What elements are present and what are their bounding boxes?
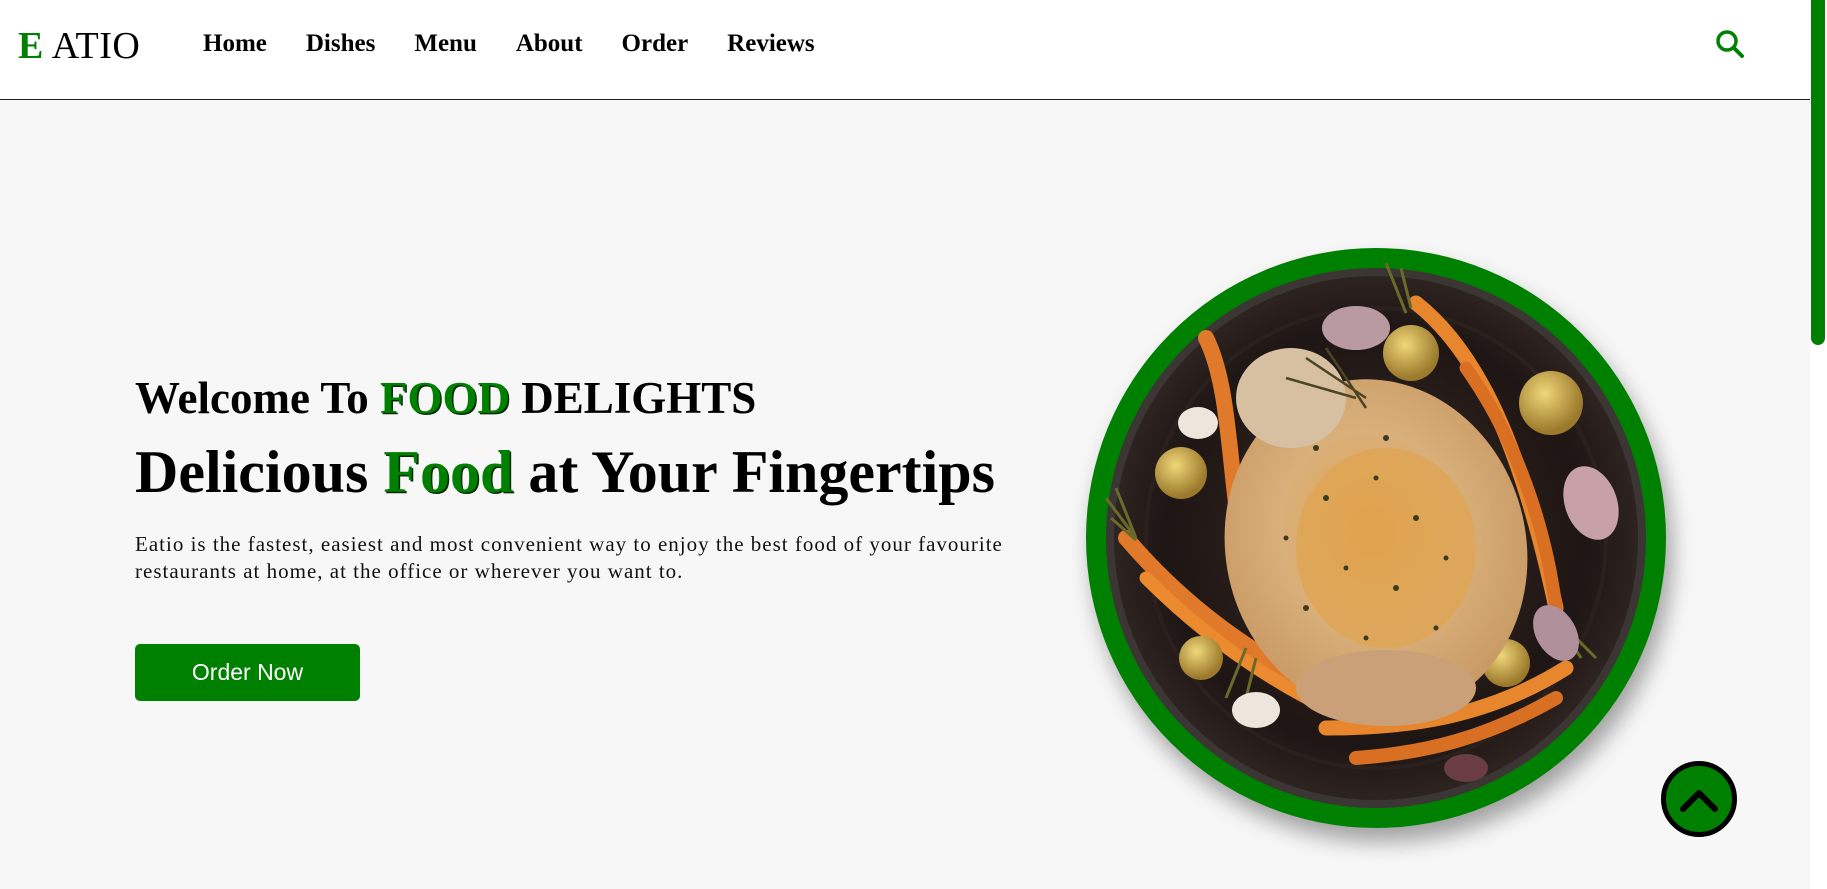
logo[interactable]: E ATIO bbox=[18, 24, 140, 68]
nav-about[interactable]: About bbox=[516, 30, 583, 58]
hero-section: Welcome To FOOD DELIGHTS Delicious Food … bbox=[135, 372, 1035, 585]
welcome-highlight: FOOD bbox=[380, 373, 510, 423]
scrollbar-thumb[interactable] bbox=[1811, 0, 1825, 345]
roast-chicken-image bbox=[1086, 248, 1666, 828]
nav-dishes[interactable]: Dishes bbox=[306, 30, 375, 58]
hero-tagline: Delicious Food at Your Fingertips bbox=[135, 438, 1035, 506]
search-button[interactable] bbox=[1714, 28, 1746, 60]
main-nav: Home Dishes Menu About Order Reviews bbox=[203, 30, 815, 58]
logo-accent-letter: E bbox=[18, 25, 44, 67]
chevron-up-icon bbox=[1680, 790, 1718, 812]
hero-description: Eatio is the fastest, easiest and most c… bbox=[135, 532, 1003, 583]
search-icon bbox=[1716, 30, 1744, 58]
order-now-button[interactable]: Order Now bbox=[135, 644, 360, 701]
tagline-prefix: Delicious bbox=[135, 439, 384, 505]
welcome-heading: Welcome To FOOD DELIGHTS bbox=[135, 372, 1035, 424]
back-to-top-button[interactable] bbox=[1661, 761, 1737, 837]
tagline-highlight: Food bbox=[383, 439, 514, 505]
welcome-suffix: DELIGHTS bbox=[510, 373, 757, 423]
nav-order[interactable]: Order bbox=[622, 30, 689, 58]
nav-home[interactable]: Home bbox=[203, 30, 267, 58]
logo-text: ATIO bbox=[51, 25, 141, 67]
welcome-prefix: Welcome To bbox=[135, 373, 380, 423]
nav-reviews[interactable]: Reviews bbox=[727, 30, 814, 58]
tagline-suffix: at Your Fingertips bbox=[513, 439, 996, 505]
nav-menu[interactable]: Menu bbox=[414, 30, 477, 58]
site-header: E ATIO Home Dishes Menu About Order Revi… bbox=[0, 0, 1810, 100]
